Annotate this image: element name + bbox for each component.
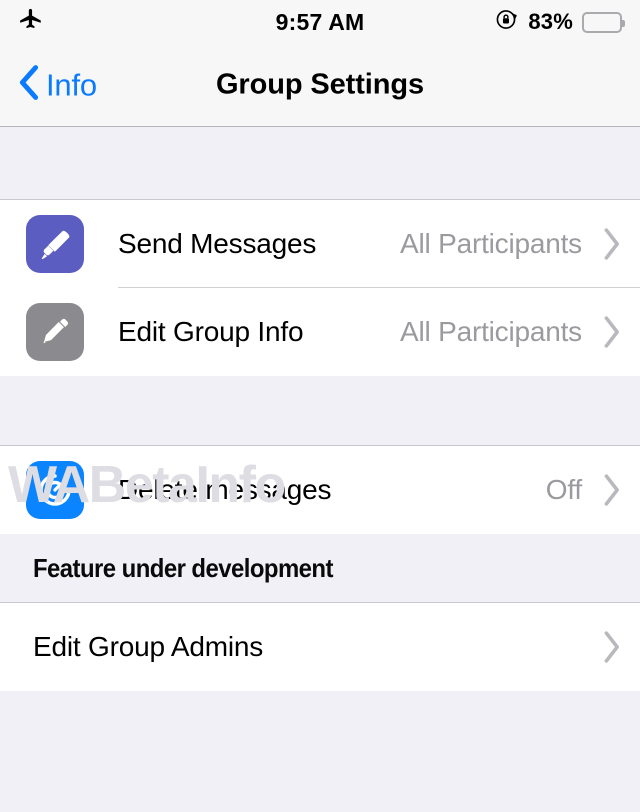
section-spacer-top bbox=[0, 127, 640, 200]
chevron-right-icon bbox=[600, 473, 622, 507]
section-disappearing: Delete messages Off bbox=[0, 446, 640, 534]
row-value: All Participants bbox=[400, 316, 582, 348]
row-label: Edit Group Info bbox=[118, 316, 400, 348]
chevron-right-icon bbox=[600, 630, 622, 664]
chevron-right-icon bbox=[600, 227, 622, 261]
page-title: Group Settings bbox=[0, 69, 640, 102]
row-edit-group-admins[interactable]: Edit Group Admins bbox=[0, 603, 640, 691]
row-send-messages[interactable]: Send Messages All Participants bbox=[0, 200, 640, 288]
rotation-lock-icon bbox=[494, 7, 519, 37]
megaphone-icon bbox=[26, 215, 84, 273]
battery-icon bbox=[582, 12, 622, 33]
row-label: Edit Group Admins bbox=[33, 631, 600, 663]
status-bar-right: 83% bbox=[494, 7, 622, 37]
row-delete-messages[interactable]: Delete messages Off bbox=[0, 446, 640, 534]
navigation-bar: Info Group Settings bbox=[0, 44, 640, 127]
section-spacer-bottom bbox=[0, 691, 640, 812]
row-value: All Participants bbox=[400, 228, 582, 260]
airplane-mode-icon bbox=[18, 7, 44, 38]
row-edit-group-info[interactable]: Edit Group Info All Participants bbox=[0, 288, 640, 376]
status-bar-left bbox=[18, 7, 44, 38]
pencil-icon bbox=[26, 303, 84, 361]
section-permissions: Send Messages All Participants Edit Grou… bbox=[0, 200, 640, 376]
battery-percentage: 83% bbox=[528, 9, 573, 35]
status-bar: 9:57 AM 83% bbox=[0, 0, 640, 44]
row-label: Delete messages bbox=[118, 474, 546, 506]
row-value: Off bbox=[546, 474, 582, 506]
row-label: Send Messages bbox=[118, 228, 400, 260]
chevron-right-icon bbox=[600, 315, 622, 349]
section-footer-disappearing: Feature under development bbox=[0, 534, 640, 603]
section-admins: Edit Group Admins bbox=[0, 603, 640, 691]
timer-icon bbox=[26, 461, 84, 519]
feature-under-development-label: Feature under development bbox=[33, 553, 333, 584]
section-spacer-middle bbox=[0, 376, 640, 446]
